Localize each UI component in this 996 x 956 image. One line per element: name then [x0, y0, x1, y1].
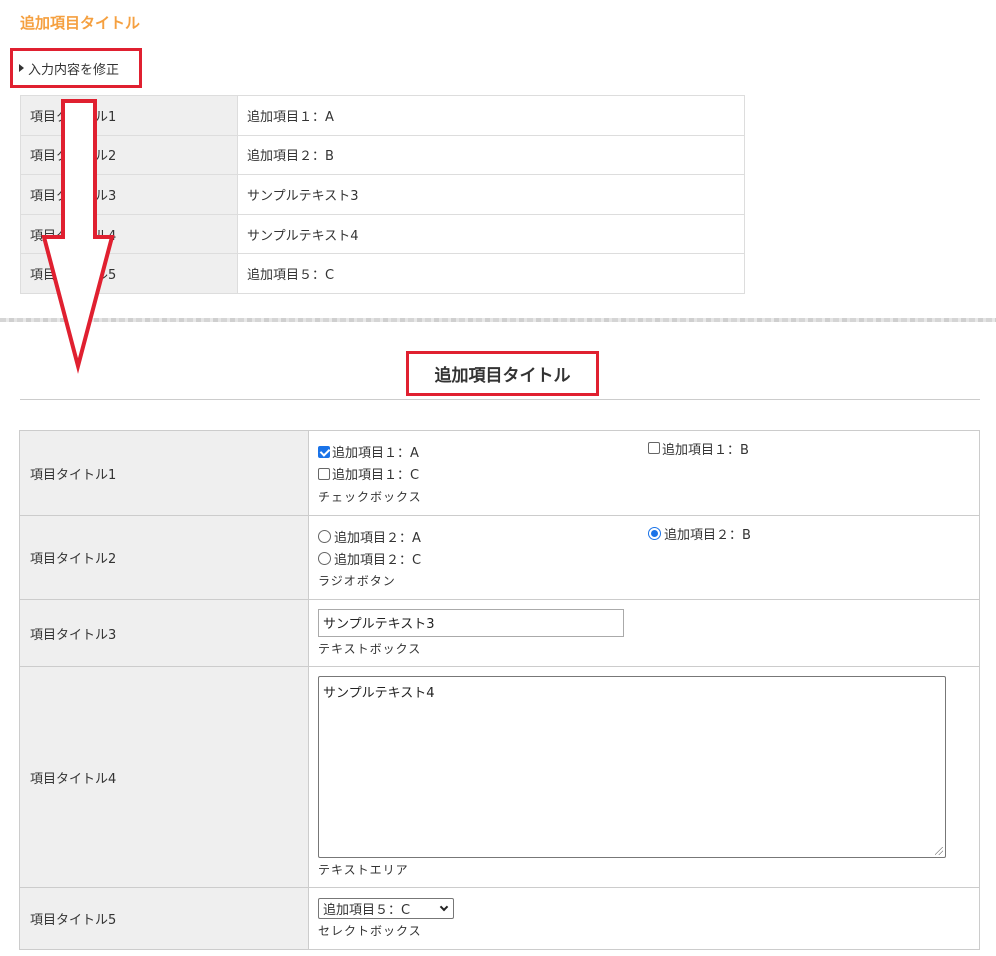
section-divider: [0, 318, 996, 322]
field-hint: セレクトボックス: [318, 923, 422, 938]
radio-unselected-icon[interactable]: [318, 551, 331, 565]
row-label: 項目タイトル3: [19, 599, 309, 667]
table-row: 項目タイトル5 追加項目５：C: [20, 253, 745, 294]
checkbox-unchecked-icon[interactable]: [318, 467, 330, 480]
form-section-title: 追加項目タイトル: [406, 351, 599, 396]
checkbox-option-c[interactable]: 追加項目１：C: [318, 463, 419, 485]
resize-handle-icon[interactable]: [935, 846, 943, 855]
form-row-select: 項目タイトル5 追加項目５：C セレクトボックス: [19, 887, 980, 950]
table-row: 項目タイトル1 追加項目１：A: [20, 95, 745, 136]
edit-input-link-label: 入力内容を修正: [28, 62, 120, 78]
field-hint: テキストボックス: [318, 641, 422, 656]
form-row-textbox: 項目タイトル3 サンプルテキスト3 テキストボックス: [19, 599, 980, 667]
option-label: 追加項目２：C: [334, 552, 422, 568]
row-value: 追加項目２：B: [237, 134, 745, 176]
text-input[interactable]: サンプルテキスト3: [318, 608, 624, 637]
title-underline: [20, 399, 980, 400]
form-row-radio: 項目タイトル2 追加項目２：A 追加項目２：B 追加項目２：C ラジオボタン: [19, 515, 980, 600]
radio-group: 追加項目２：A 追加項目２：B 追加項目２：C ラジオボタン: [308, 515, 980, 600]
caret-right-icon: [19, 64, 24, 72]
row-label: 項目タイトル2: [19, 515, 309, 600]
textarea-cell: サンプルテキスト4 テキストエリア: [308, 666, 980, 888]
row-label: 項目タイトル5: [19, 887, 309, 950]
field-hint: ラジオボタン: [318, 574, 396, 588]
radio-option-c[interactable]: 追加項目２：C: [318, 547, 421, 569]
form-row-textarea: 項目タイトル4 サンプルテキスト4 テキストエリア: [19, 666, 980, 888]
row-label: 項目タイトル1: [20, 95, 238, 136]
radio-option-a[interactable]: 追加項目２：A: [318, 525, 421, 547]
row-value: 追加項目５：C: [237, 253, 745, 294]
row-label: 項目タイトル4: [20, 213, 238, 255]
edit-input-link[interactable]: 入力内容を修正: [10, 48, 142, 88]
confirm-section-title: 追加項目タイトル: [20, 14, 141, 32]
page: 追加項目タイトル 入力内容を修正 項目タイトル1 追加項目１：A 項目タイトル2…: [0, 0, 996, 956]
row-value: サンプルテキスト3: [237, 174, 745, 215]
select-cell: 追加項目５：C セレクトボックス: [308, 887, 980, 950]
option-label: 追加項目１：C: [332, 468, 420, 483]
option-label: 追加項目１：A: [332, 446, 419, 461]
table-row: 項目タイトル4 サンプルテキスト4: [20, 213, 745, 255]
row-label: 項目タイトル1: [19, 430, 309, 516]
field-hint: テキストエリア: [318, 862, 409, 877]
input-form-table: 項目タイトル1 追加項目１：A 追加項目１：B 追加項目１：C チェックボックス: [19, 430, 980, 950]
row-label: 項目タイトル4: [19, 666, 309, 888]
radio-unselected-icon[interactable]: [318, 529, 331, 543]
text-area-value: サンプルテキスト4: [323, 685, 435, 701]
text-area[interactable]: サンプルテキスト4: [318, 675, 946, 858]
table-row: 項目タイトル2 追加項目２：B: [20, 134, 745, 176]
textbox-cell: サンプルテキスト3 テキストボックス: [308, 599, 980, 667]
option-label: 追加項目２：B: [664, 527, 751, 543]
checkbox-unchecked-icon[interactable]: [648, 442, 660, 454]
row-label: 項目タイトル2: [20, 134, 238, 176]
chevron-down-icon: [439, 902, 449, 911]
row-label: 項目タイトル3: [20, 174, 238, 215]
select-dropdown[interactable]: 追加項目５：C: [318, 897, 454, 919]
option-label: 追加項目１：B: [662, 442, 749, 458]
confirm-table: 項目タイトル1 追加項目１：A 項目タイトル2 追加項目２：B 項目タイトル3 …: [20, 95, 745, 294]
radio-selected-icon[interactable]: [648, 526, 661, 540]
radio-option-b[interactable]: 追加項目２：B: [648, 522, 751, 544]
select-value: 追加項目５：C: [323, 902, 411, 918]
checkbox-option-b[interactable]: 追加項目１：B: [648, 437, 749, 459]
checkbox-group: 追加項目１：A 追加項目１：B 追加項目１：C チェックボックス: [308, 430, 980, 516]
checkbox-option-a[interactable]: 追加項目１：A: [318, 441, 419, 463]
checkbox-checked-icon[interactable]: [318, 445, 330, 458]
row-label: 項目タイトル5: [20, 253, 238, 294]
option-label: 追加項目２：A: [334, 530, 421, 546]
field-hint: チェックボックス: [318, 489, 422, 504]
row-value: 追加項目１：A: [237, 95, 745, 136]
table-row: 項目タイトル3 サンプルテキスト3: [20, 174, 745, 215]
form-row-checkbox: 項目タイトル1 追加項目１：A 追加項目１：B 追加項目１：C チェックボックス: [19, 430, 980, 516]
row-value: サンプルテキスト4: [237, 213, 745, 255]
